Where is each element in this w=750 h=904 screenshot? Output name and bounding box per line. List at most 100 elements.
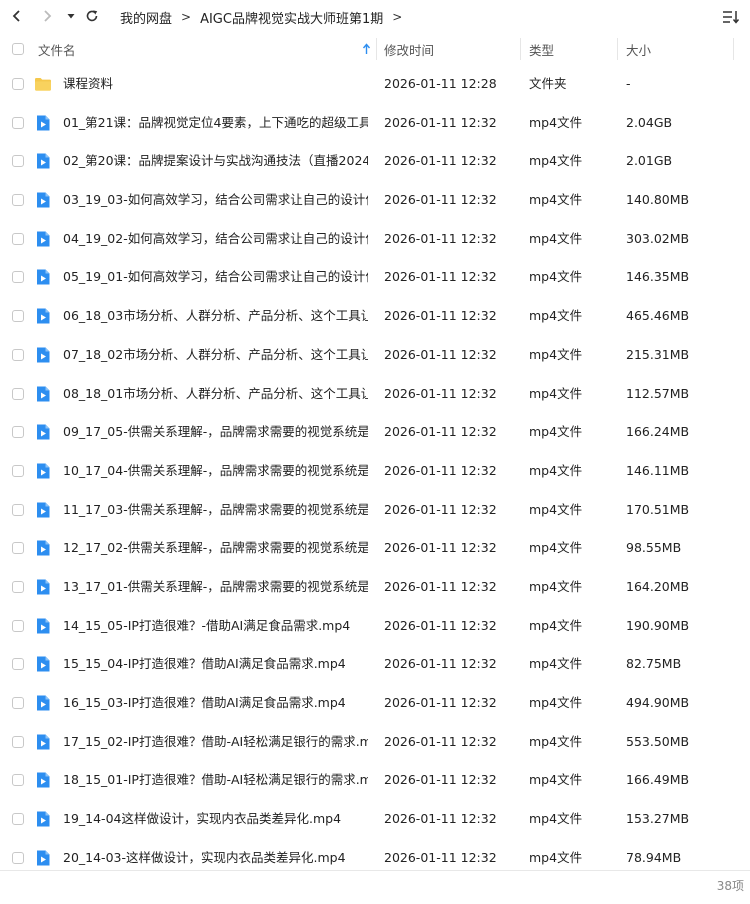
file-modified: 2026-01-11 12:32 [384, 733, 497, 749]
file-size: 553.50MB [626, 733, 690, 749]
file-row[interactable]: 14_15_05-IP打造很难？-借助AI满足食品需求.mp4 2026-01-… [0, 607, 750, 646]
column-header-type[interactable]: 类型 [529, 34, 614, 64]
history-dropdown-button[interactable] [60, 5, 82, 27]
row-checkbox[interactable] [12, 310, 24, 323]
row-checkbox[interactable] [12, 542, 24, 555]
file-type: mp4文件 [529, 578, 583, 594]
row-checkbox[interactable] [12, 774, 24, 787]
file-size: 112.57MB [626, 385, 690, 401]
caret-down-icon [67, 14, 75, 19]
video-file-icon [34, 346, 52, 364]
file-modified: 2026-01-11 12:32 [384, 424, 497, 440]
row-checkbox[interactable] [12, 851, 24, 864]
column-header-name[interactable]: 文件名 [38, 34, 373, 64]
video-file-icon [34, 617, 52, 635]
file-size: 140.80MB [626, 192, 690, 208]
file-type: mp4文件 [529, 811, 583, 827]
file-type: mp4文件 [529, 424, 583, 440]
file-row[interactable]: 11_17_03-供需关系理解-，品牌需求需要的视觉系统是什... 2026-0… [0, 491, 750, 530]
row-checkbox[interactable] [12, 271, 24, 284]
file-row[interactable]: 13_17_01-供需关系理解-，品牌需求需要的视觉系统是什... 2026-0… [0, 568, 750, 607]
file-row[interactable]: 01_第21课：品牌视觉定位4要素，上下通吃的超级工具（... 2026-01-… [0, 104, 750, 143]
file-name: 课程资料 [63, 76, 114, 91]
column-header-size-label: 大小 [626, 42, 652, 58]
file-type: mp4文件 [529, 346, 583, 362]
row-checkbox[interactable] [12, 697, 24, 709]
file-row[interactable]: 18_15_01-IP打造很难？借助-AI轻松满足银行的需求.mp4 2026-… [0, 761, 750, 800]
file-row[interactable]: 05_19_01-如何高效学习，结合公司需求让自己的设计作... 2026-01… [0, 258, 750, 297]
file-type: mp4文件 [529, 695, 583, 710]
file-modified: 2026-01-11 12:32 [384, 192, 497, 208]
row-checkbox[interactable] [12, 78, 24, 90]
row-checkbox[interactable] [12, 194, 24, 207]
file-row[interactable]: 16_15_03-IP打造很难？借助AI满足食品需求.mp4 2026-01-1… [0, 684, 750, 723]
sort-view-button[interactable] [720, 6, 742, 28]
file-row[interactable]: 07_18_02市场分析、人群分析、产品分析、这个工具让你... 2026-01… [0, 336, 750, 375]
file-name: 01_第21课：品牌视觉定位4要素，上下通吃的超级工具（... [63, 114, 368, 130]
file-modified: 2026-01-11 12:28 [384, 76, 497, 91]
file-name: 07_18_02市场分析、人群分析、产品分析、这个工具让你... [63, 346, 368, 362]
file-name: 17_15_02-IP打造很难？借助-AI轻松满足银行的需求.mp4 [63, 733, 368, 749]
file-row[interactable]: 17_15_02-IP打造很难？借助-AI轻松满足银行的需求.mp4 2026-… [0, 723, 750, 762]
row-checkbox[interactable] [12, 813, 24, 826]
row-checkbox[interactable] [12, 580, 24, 593]
file-size: 190.90MB [626, 617, 690, 633]
file-row[interactable]: 08_18_01市场分析、人群分析、产品分析、这个工具让你... 2026-01… [0, 375, 750, 414]
video-file-icon [34, 114, 52, 132]
file-row[interactable]: 02_第20课：品牌提案设计与实战沟通技法（直播2024_0... 2026-0… [0, 142, 750, 181]
file-row[interactable]: 10_17_04-供需关系理解-，品牌需求需要的视觉系统是什... 2026-0… [0, 452, 750, 491]
file-modified: 2026-01-11 12:32 [384, 308, 497, 324]
file-row[interactable]: 12_17_02-供需关系理解-，品牌需求需要的视觉系统是什... 2026-0… [0, 529, 750, 568]
file-row[interactable]: 15_15_04-IP打造很难？借助AI满足食品需求.mp4 2026-01-1… [0, 645, 750, 684]
item-count: 38项 [716, 879, 744, 893]
select-all-checkbox[interactable] [12, 43, 24, 55]
breadcrumb: 我的网盘 > AIGC品牌视觉实战大师班第1期 > [120, 0, 411, 34]
row-checkbox[interactable] [12, 155, 24, 168]
column-divider [617, 38, 618, 60]
refresh-button[interactable] [81, 5, 103, 27]
back-button[interactable] [6, 5, 28, 27]
file-name: 13_17_01-供需关系理解-，品牌需求需要的视觉系统是什... [63, 578, 368, 594]
row-checkbox[interactable] [12, 619, 24, 632]
row-checkbox[interactable] [12, 658, 24, 671]
video-file-icon [34, 423, 52, 441]
row-checkbox[interactable] [12, 387, 24, 400]
file-row[interactable]: 04_19_02-如何高效学习，结合公司需求让自己的设计作... 2026-01… [0, 220, 750, 259]
video-file-icon [34, 810, 52, 828]
file-size: 146.11MB [626, 462, 690, 478]
file-list: 课程资料 2026-01-11 12:28 文件夹 - 01_第21课：品牌视觉… [0, 65, 750, 877]
file-modified: 2026-01-11 12:32 [384, 811, 497, 827]
sort-list-icon [723, 11, 740, 24]
file-row[interactable]: 03_19_03-如何高效学习，结合公司需求让自己的设计作... 2026-01… [0, 181, 750, 220]
chevron-left-icon [12, 10, 20, 22]
file-size: 2.04GB [626, 114, 673, 130]
file-row[interactable]: 06_18_03市场分析、人群分析、产品分析、这个工具让你... 2026-01… [0, 297, 750, 336]
column-header-modified-label: 修改时间 [384, 42, 435, 58]
file-row[interactable]: 19_14-04这样做设计，实现内衣品类差异化.mp4 2026-01-11 1… [0, 800, 750, 839]
row-checkbox[interactable] [12, 348, 24, 361]
file-name: 18_15_01-IP打造很难？借助-AI轻松满足银行的需求.mp4 [63, 772, 368, 788]
file-size: 98.55MB [626, 540, 682, 556]
folder-icon [34, 75, 52, 93]
file-type: mp4文件 [529, 230, 583, 246]
file-row[interactable]: 课程资料 2026-01-11 12:28 文件夹 - [0, 65, 750, 104]
file-size: 166.49MB [626, 772, 690, 788]
forward-button[interactable] [36, 5, 58, 27]
row-checkbox[interactable] [12, 232, 24, 245]
row-checkbox[interactable] [12, 464, 24, 477]
breadcrumb-separator: > [181, 10, 192, 24]
file-modified: 2026-01-11 12:32 [384, 695, 497, 710]
row-checkbox[interactable] [12, 426, 24, 439]
column-header-size[interactable]: 大小 [626, 34, 726, 64]
video-file-icon [34, 578, 52, 596]
row-checkbox[interactable] [12, 116, 24, 129]
row-checkbox[interactable] [12, 735, 24, 748]
breadcrumb-item-current[interactable]: AIGC品牌视觉实战大师班第1期 [200, 8, 383, 27]
column-divider [376, 38, 377, 60]
file-size: 303.02MB [626, 230, 690, 246]
file-type: mp4文件 [529, 540, 583, 556]
row-checkbox[interactable] [12, 503, 24, 516]
breadcrumb-item-root[interactable]: 我的网盘 [120, 8, 172, 27]
file-row[interactable]: 09_17_05-供需关系理解-，品牌需求需要的视觉系统是什... 2026-0… [0, 413, 750, 452]
column-header-modified[interactable]: 修改时间 [384, 34, 519, 64]
